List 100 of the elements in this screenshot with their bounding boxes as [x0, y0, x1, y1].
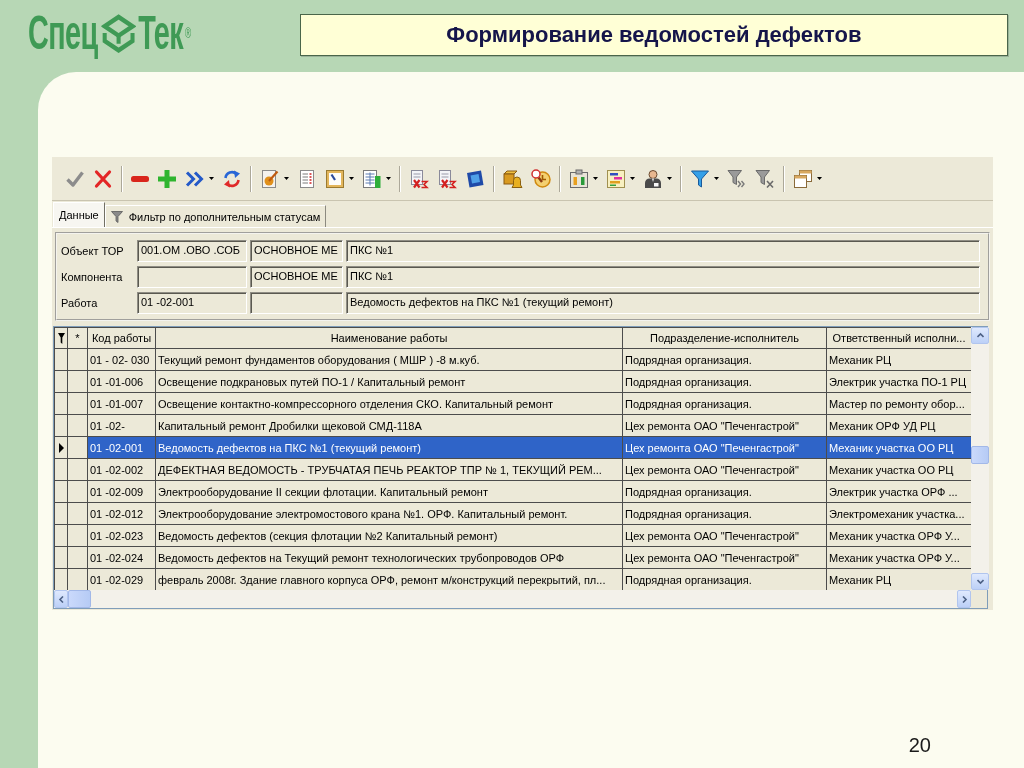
- field-label: Работа: [61, 296, 99, 311]
- tab[interactable]: Данные: [53, 202, 105, 227]
- table-cell: Электрооборудование электромостового крана №1. ОРФ. Капитальный ремонт.: [155, 502, 623, 525]
- plus-icon: [157, 168, 177, 189]
- text-field[interactable]: [250, 292, 343, 314]
- spreadsheet-icon: [362, 168, 382, 189]
- table-row[interactable]: 01 -01-006 Освещение подкрановых путей ПО-1 / Капитальный ремонт Подрядная организация. Электрик участка ПО-1 РЦ: [54, 370, 971, 393]
- table-cell: Электрооборудование II секции флотации. Капитальный ремонт: [155, 480, 623, 503]
- scroll-left-button[interactable]: [54, 590, 68, 608]
- table-row[interactable]: 01 -02-002 ДЕФЕКТНАЯ ВЕДОМОСТЬ - ТРУБЧАТАЯ ПЕЧЬ РЕАКТОР ТПР № 1, ТЕКУЩИЙ РЕМ... Цех ремонта ОАО "Печенгастрой" Механик участка ОО РЦ: [54, 458, 971, 481]
- table-row[interactable]: 01 -02-012 Электрооборудование электромостового крана №1. ОРФ. Капитальный ремонт. Подрядная организация. Электромеханик участка...: [54, 502, 971, 525]
- table-cell: Цех ремонта ОАО "Печенгастрой": [622, 436, 827, 459]
- chevron-down-icon: [976, 578, 984, 585]
- chevron-left-icon: [57, 595, 65, 603]
- scrollbar-thumb[interactable]: [68, 590, 91, 608]
- table-cell: февраль 2008г. Здание главного корпуса ОРФ, ремонт м/конструкций перекрытий, пл...: [155, 568, 623, 590]
- scroll-right-button[interactable]: [957, 590, 971, 608]
- bar-list-icon: [606, 168, 626, 189]
- table-cell: Механик участка ОРФ У...: [826, 546, 971, 569]
- column-header[interactable]: *: [67, 327, 88, 349]
- chevron-up-icon: [976, 332, 984, 339]
- column-header[interactable]: Ответственный исполни...: [826, 327, 971, 349]
- table-row[interactable]: 01 -02-009 Электрооборудование II секции флотации. Капитальный ремонт Подрядная организация. Электрик участка ОРФ ...: [54, 480, 971, 503]
- table-cell: Цех ремонта ОАО "Печенгастрой": [622, 546, 827, 569]
- caret-icon: [714, 177, 719, 180]
- field-label: Компонента: [61, 270, 124, 285]
- clock-magnifier-icon: [531, 168, 551, 189]
- chevron-right-icon: [960, 595, 968, 603]
- slide-title: Формирование ведомостей дефектов: [299, 14, 1008, 56]
- table-cell: Механик участка ОО РЦ: [826, 436, 971, 459]
- table-row[interactable]: 01 -02-024 Ведомость дефектов на Текущий ремонт технологических трубопроводов ОРФ Цех ремонта ОАО "Печенгастрой" Механик участка ОРФ У...: [54, 546, 971, 569]
- list-document-icon: [297, 168, 317, 189]
- table-row[interactable]: 01 - 02- 030 Текущий ремонт фундаментов оборудования ( МШР ) -8 м.куб. Подрядная организация. Механик РЦ: [54, 348, 971, 371]
- table-cell: Механик РЦ: [826, 348, 971, 371]
- caret-icon: [593, 177, 598, 180]
- registered-mark: ®: [184, 25, 192, 41]
- text-field[interactable]: 01 -02-001: [137, 292, 247, 314]
- close-icon: [93, 168, 113, 189]
- table-cell: Ведомость дефектов на ПКС №1 (текущий ремонт): [155, 436, 623, 459]
- table-cell: Подрядная организация.: [622, 502, 827, 525]
- filter-cross-icon: [755, 168, 775, 189]
- field-label: Объект ТОР: [61, 244, 125, 259]
- caret-icon: [667, 177, 672, 180]
- column-header[interactable]: Код работы: [87, 327, 156, 349]
- text-field[interactable]: Ведомость дефектов на ПКС №1 (текущий ремонт): [346, 292, 980, 314]
- table-cell: Электромеханик участка...: [826, 502, 971, 525]
- document-pencil-icon: [260, 168, 280, 189]
- table-row[interactable]: 01 -02-001 Ведомость дефектов на ПКС №1 (текущий ремонт) Цех ремонта ОАО "Печенгастрой" Механик участка ОО РЦ: [54, 436, 971, 459]
- table-cell: Электрик участка ОРФ ...: [826, 480, 971, 503]
- box-bell-icon: [503, 168, 523, 189]
- scroll-down-button[interactable]: [971, 573, 989, 590]
- square-frame-icon: [465, 168, 485, 189]
- logo-text: Тек: [138, 9, 184, 57]
- table-cell: Подрядная организация.: [622, 568, 827, 590]
- caret-icon: [284, 177, 289, 180]
- column-header[interactable]: [54, 327, 68, 349]
- table-cell: Подрядная организация.: [622, 392, 827, 415]
- table-cell: Подрядная организация.: [622, 370, 827, 393]
- text-field[interactable]: ПКС №1: [346, 266, 980, 288]
- table-cell: Освещение подкрановых путей ПО-1 / Капитальный ремонт: [155, 370, 623, 393]
- table-row[interactable]: 01 -02- Капитальный ремонт Дробилки щековой СМД-118А Цех ремонта ОАО "Печенгастрой" Механик ОРФ УД РЦ: [54, 414, 971, 437]
- table-cell: Подрядная организация.: [622, 480, 827, 503]
- caret-icon: [386, 177, 391, 180]
- document-cross-icon: [437, 168, 457, 189]
- table-cell: Текущий ремонт фундаментов оборудования ( МШР ) -8 м.куб.: [155, 348, 623, 371]
- table-cell: Электрик участка ПО-1 РЦ: [826, 370, 971, 393]
- table-row[interactable]: 01 -02-023 Ведомость дефектов (секция флотации №2 Капитальный ремонт) Цех ремонта ОАО "Печенгастрой" Механик участка ОРФ У...: [54, 524, 971, 547]
- text-field[interactable]: ОСНОВНОЕ МЕ: [250, 266, 343, 288]
- clipboard-icon: [569, 168, 589, 189]
- table-cell: Механик участка ОО РЦ: [826, 458, 971, 481]
- table-row[interactable]: 01 -02-029 февраль 2008г. Здание главного корпуса ОРФ, ремонт м/конструкций перекрытий, пл... Подрядная организация. Механик РЦ: [54, 568, 971, 590]
- window-stack-icon: [793, 168, 813, 189]
- vertical-scrollbar[interactable]: [971, 327, 989, 590]
- page-number: 20: [908, 734, 931, 757]
- text-field[interactable]: ПКС №1: [346, 240, 980, 262]
- scroll-up-button[interactable]: [971, 327, 989, 344]
- caret-icon: [209, 177, 214, 180]
- table-row[interactable]: 01 -01-007 Освещение контактно-компрессорного отделения СКО. Капитальный ремонт Подрядная организация. Мастер по ремонту обор...: [54, 392, 971, 415]
- text-field[interactable]: ОСНОВНОЕ МЕ: [250, 240, 343, 262]
- column-header[interactable]: Подразделение-исполнитель: [622, 327, 827, 349]
- person-icon: [643, 168, 663, 189]
- text-field[interactable]: 001.ОМ .ОВО .СОБ: [137, 240, 247, 262]
- table-cell: Механик ОРФ УД РЦ: [826, 414, 971, 437]
- caret-icon: [630, 177, 635, 180]
- table-cell: Цех ремонта ОАО "Печенгастрой": [622, 524, 827, 547]
- tab[interactable]: Фильтр по дополнительным статусам: [104, 205, 327, 227]
- caret-icon: [349, 177, 354, 180]
- scrollbar-thumb[interactable]: [971, 446, 989, 464]
- filter-icon: [690, 168, 710, 189]
- column-header[interactable]: Наименование работы: [155, 327, 623, 349]
- text-field[interactable]: [137, 266, 247, 288]
- table-cell: Капитальный ремонт Дробилки щековой СМД-118А: [155, 414, 623, 437]
- horizontal-scrollbar[interactable]: [54, 590, 971, 608]
- filter-chevron-icon: [727, 168, 747, 189]
- refresh-icon: [222, 168, 242, 189]
- table-cell: ДЕФЕКТНАЯ ВЕДОМОСТЬ - ТРУБЧАТАЯ ПЕЧЬ РЕАКТОР ТПР № 1, ТЕКУЩИЙ РЕМ...: [155, 458, 623, 481]
- table-cell: Освещение контактно-компрессорного отделения СКО. Капитальный ремонт: [155, 392, 623, 415]
- table-cell: Ведомость дефектов на Текущий ремонт технологических трубопроводов ОРФ: [155, 546, 623, 569]
- document-cross-icon: [409, 168, 429, 189]
- filter-icon: [110, 210, 123, 223]
